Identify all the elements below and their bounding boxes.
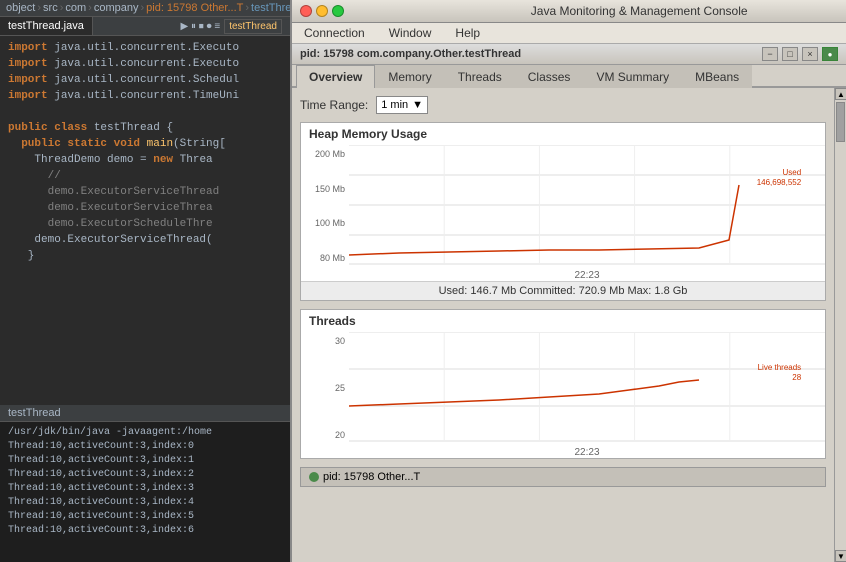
code-line: public static void main(String[ (0, 136, 290, 152)
code-line: } (0, 248, 290, 264)
tab-mbeans[interactable]: MBeans (682, 65, 752, 88)
breadcrumb-other: pid: 15798 Other...T (146, 2, 243, 14)
pid-bar: pid: 15798 com.company.Other.testThread … (292, 44, 846, 65)
minimize-button[interactable] (316, 5, 328, 17)
threads-chart-svg: Live threads 28 (349, 332, 825, 442)
pid-btn-min[interactable]: − (762, 47, 778, 61)
heap-x-label: 22:23 (349, 270, 825, 281)
pid-btn-max[interactable]: □ (782, 47, 798, 61)
code-line: ThreadDemo demo = new Threa (0, 152, 290, 168)
tab-threads[interactable]: Threads (445, 65, 515, 88)
code-line: import java.util.concurrent.Schedul (0, 72, 290, 88)
heap-y-label-200: 200 Mb (301, 149, 345, 159)
bottom-pid-text: pid: 15798 Other...T (323, 471, 420, 483)
pid-title: pid: 15798 com.company.Other.testThread (300, 48, 521, 60)
pid-controls: − □ × ● (762, 47, 838, 61)
code-line: demo.ExecutorServiceThread( (0, 232, 290, 248)
maximize-button[interactable] (332, 5, 344, 17)
time-range-select[interactable]: 1 min ▼ (376, 96, 428, 114)
jmx-title-bar: Java Monitoring & Management Console (292, 0, 846, 23)
threads-chart-title: Threads (301, 310, 825, 328)
jmx-content-wrapper: Time Range: 1 min ▼ Heap Memory Usage 20… (292, 88, 846, 562)
window-buttons (300, 5, 344, 17)
threads-y-label-20: 20 (301, 430, 345, 440)
breadcrumb-file: testThread.java (251, 2, 290, 14)
heap-legend: Used (783, 168, 802, 177)
run-output-line: Thread:10,activeCount:3,index:5 (8, 510, 282, 524)
jmx-panel: Java Monitoring & Management Console Con… (290, 0, 846, 562)
code-line: // (0, 168, 290, 184)
breadcrumb: object › src › com › company › pid: 1579… (0, 0, 290, 17)
menu-window[interactable]: Window (385, 25, 436, 41)
status-dot (309, 472, 319, 482)
status-icon: ● (822, 47, 838, 61)
breadcrumb-company: company (94, 2, 139, 14)
pid-btn-close[interactable]: × (802, 47, 818, 61)
content-area: Time Range: 1 min ▼ Heap Memory Usage 20… (292, 88, 834, 562)
tab-bar: Overview Memory Threads Classes VM Summa… (292, 65, 846, 88)
svg-text:28: 28 (792, 373, 801, 382)
heap-chart-svg: Used 146,698,552 (349, 145, 825, 265)
heap-stats: Used: 146.7 Mb Committed: 720.9 Mb Max: … (301, 281, 825, 300)
tab-vm-summary[interactable]: VM Summary (583, 65, 682, 88)
time-range-label: Time Range: (300, 98, 368, 112)
heap-chart-title: Heap Memory Usage (301, 123, 825, 141)
heap-y-label-100: 100 Mb (301, 218, 345, 228)
code-line: demo.ExecutorScheduleThre (0, 216, 290, 232)
heap-y-label-150: 150 Mb (301, 184, 345, 194)
heap-line (349, 185, 739, 255)
code-line: public class testThread { (0, 120, 290, 136)
jmx-menubar: Connection Window Help (292, 23, 846, 44)
breadcrumb-src: src (43, 2, 58, 14)
time-range-row: Time Range: 1 min ▼ (300, 96, 826, 114)
threads-x-label: 22:23 (349, 447, 825, 458)
heap-y-label-80: 80 Mb (301, 253, 345, 263)
threads-line (349, 380, 699, 406)
run-output: /usr/jdk/bin/java -javaagent:/home Threa… (0, 422, 290, 562)
threads-chart-section: Threads 30 25 20 (300, 309, 826, 459)
main-scrollbar[interactable]: ▲ ▼ (834, 88, 846, 562)
breadcrumb-object: object (6, 2, 35, 14)
scroll-thumb[interactable] (836, 102, 845, 142)
code-area: import java.util.concurrent.Executo impo… (0, 36, 290, 405)
code-line: import java.util.concurrent.Executo (0, 40, 290, 56)
toolbar-icons: ▶ ⏸ ⏹ ⏺ ≡ (181, 21, 221, 32)
code-line: demo.ExecutorServiceThread (0, 184, 290, 200)
code-line: demo.ExecutorServiceThrea (0, 200, 290, 216)
menu-help[interactable]: Help (451, 25, 484, 41)
tab-classes[interactable]: Classes (515, 65, 584, 88)
test-thread-badge: testThread (224, 19, 282, 34)
threads-y-label-25: 25 (301, 383, 345, 393)
run-output-line: /usr/jdk/bin/java -javaagent:/home (8, 426, 282, 440)
run-output-line: Thread:10,activeCount:3,index:6 (8, 524, 282, 538)
jmx-window-title: Java Monitoring & Management Console (531, 4, 748, 18)
code-line (0, 104, 290, 120)
run-label: testThread (0, 405, 290, 422)
code-line: import java.util.concurrent.TimeUni (0, 88, 290, 104)
ide-panel: object › src › com › company › pid: 1579… (0, 0, 290, 562)
run-output-line: Thread:10,activeCount:3,index:1 (8, 454, 282, 468)
file-tab-testthread[interactable]: testThread.java (0, 17, 93, 35)
run-output-line: Thread:10,activeCount:3,index:0 (8, 440, 282, 454)
scroll-up-arrow[interactable]: ▲ (835, 88, 846, 100)
breadcrumb-com: com (65, 2, 86, 14)
heap-chart-section: Heap Memory Usage 200 Mb 150 Mb 100 Mb 8… (300, 122, 826, 301)
svg-text:146,698,552: 146,698,552 (757, 178, 802, 187)
scroll-down-arrow[interactable]: ▼ (835, 550, 846, 562)
threads-y-label-30: 30 (301, 336, 345, 346)
menu-connection[interactable]: Connection (300, 25, 369, 41)
code-line: import java.util.concurrent.Executo (0, 56, 290, 72)
tab-overview[interactable]: Overview (296, 65, 375, 88)
bottom-pid-bar: pid: 15798 Other...T (300, 467, 826, 487)
run-output-line: Thread:10,activeCount:3,index:4 (8, 496, 282, 510)
threads-legend: Live threads (758, 363, 802, 372)
close-button[interactable] (300, 5, 312, 17)
run-output-line: Thread:10,activeCount:3,index:2 (8, 468, 282, 482)
tab-memory[interactable]: Memory (375, 65, 444, 88)
file-tab-bar: testThread.java ▶ ⏸ ⏹ ⏺ ≡ testThread (0, 17, 290, 36)
run-output-line: Thread:10,activeCount:3,index:3 (8, 482, 282, 496)
